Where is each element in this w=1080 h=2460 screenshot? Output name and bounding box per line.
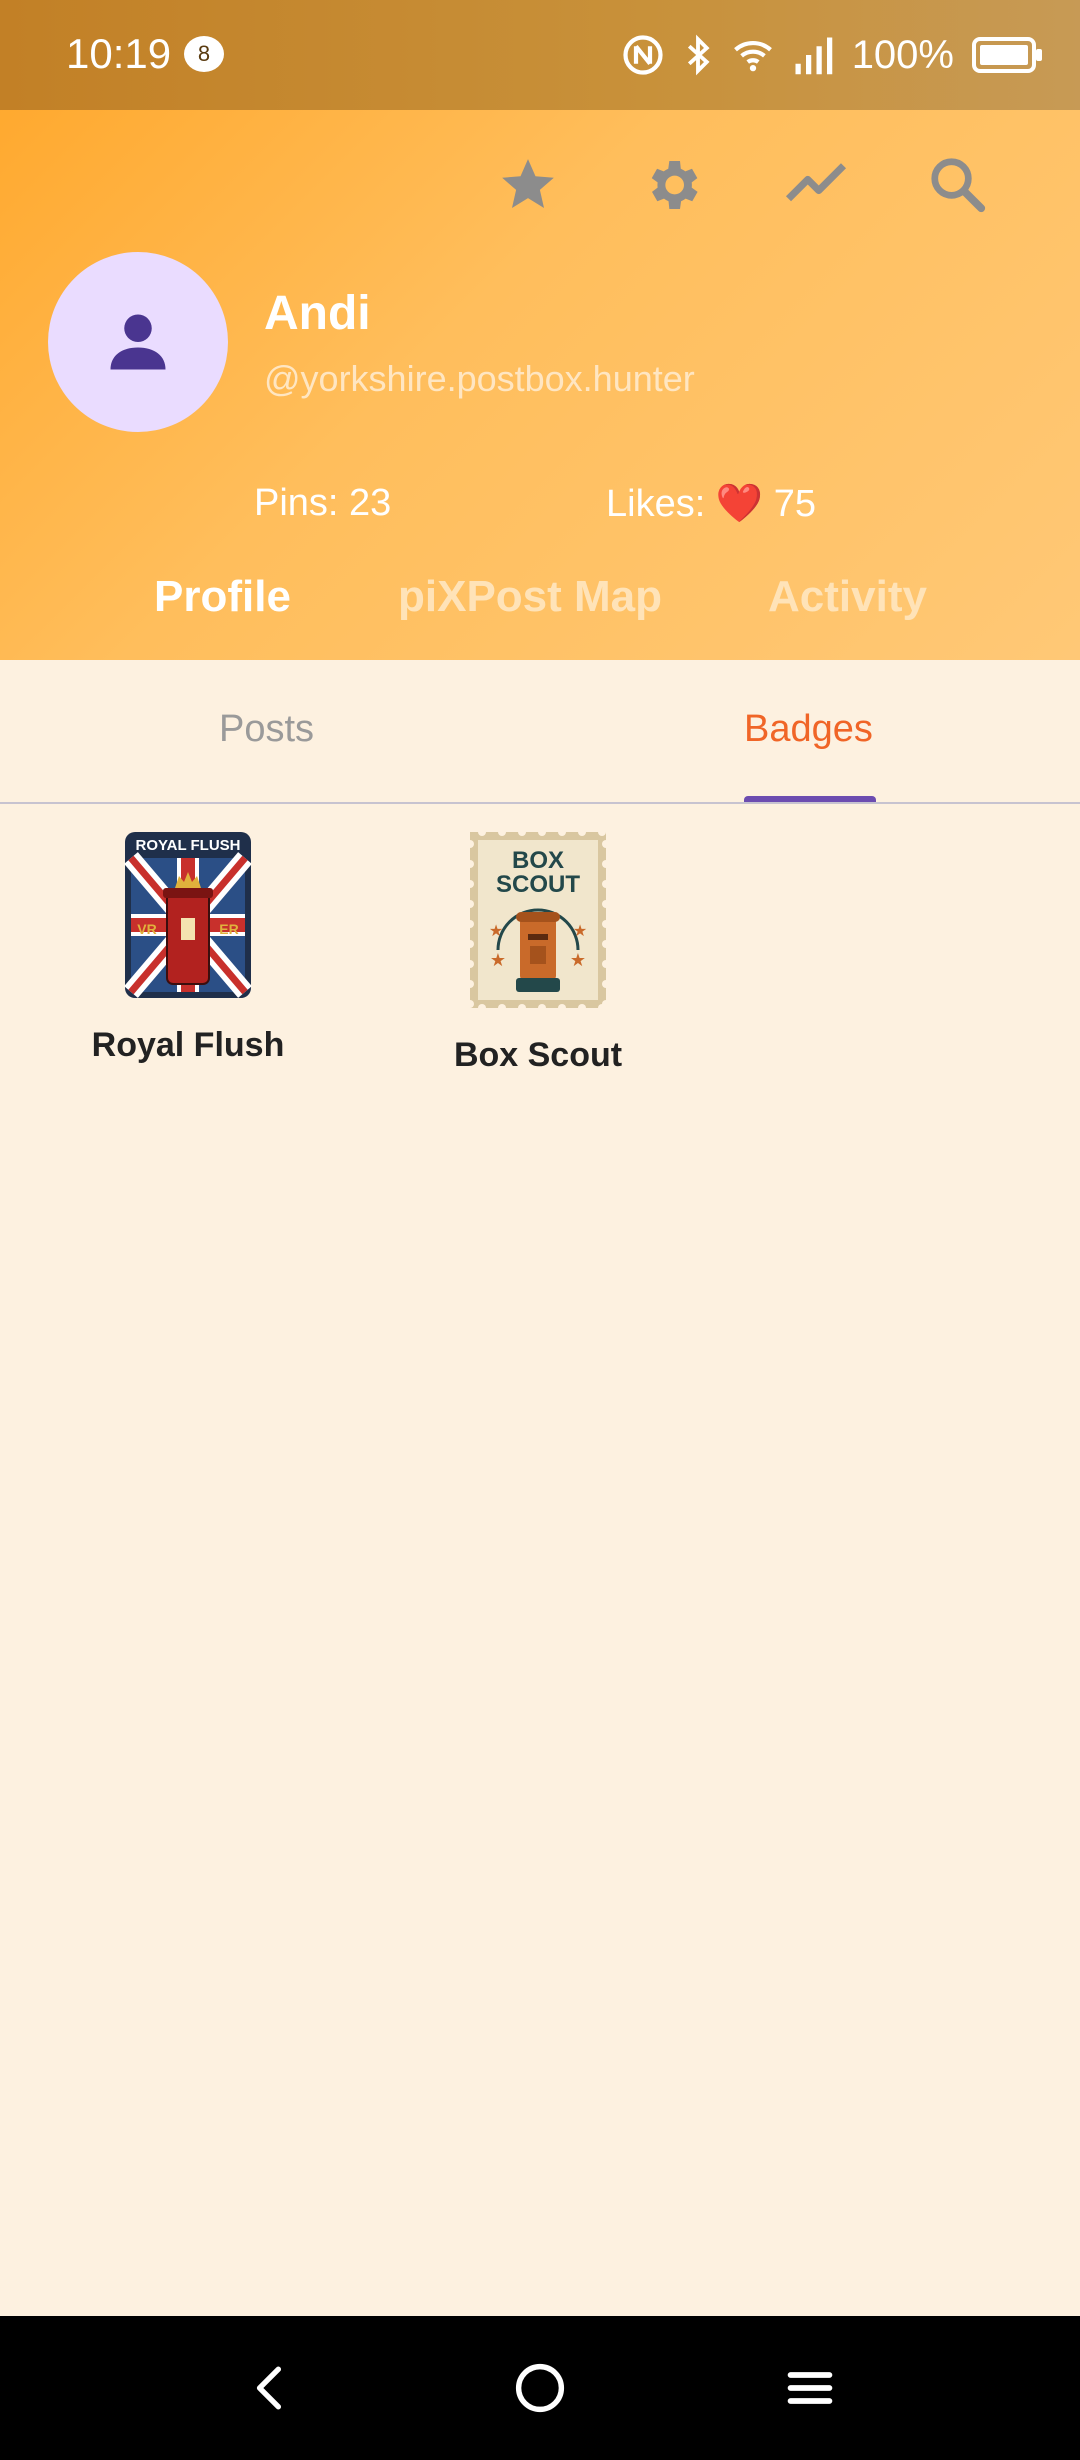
tab-activity[interactable]: Activity [768,572,927,622]
system-nav-bar [0,2316,1080,2460]
box-scout-image-text-2: SCOUT [496,871,580,898]
back-icon[interactable] [228,2346,312,2430]
svg-text:★: ★ [570,950,586,971]
signal-icon [795,37,832,75]
nfc-icon [623,35,663,75]
wifi-icon [733,41,772,72]
svg-text:★: ★ [489,921,503,940]
subtab-divider [0,802,1080,804]
badge-box-scout[interactable]: BOX SCOUT ★ ★ ★ ★ Box Scout [408,830,668,1075]
subtab-bar [0,660,1080,804]
status-time: 10:19 [66,30,172,77]
royal-flush-badge-image: ROYAL FLUSH VR ER [124,832,252,998]
person-icon [110,314,166,370]
badge-royal-flush[interactable]: ROYAL FLUSH VR ER Royal Flush [58,830,318,1065]
battery-percent: 100% [851,32,954,77]
likes-value: 75 [773,483,817,525]
box-scout-badge-image: BOX SCOUT ★ ★ ★ ★ [468,830,608,1010]
badge-label-royal-flush: Royal Flush [91,1026,285,1064]
user-name: Andi [264,287,371,340]
user-handle: @yorkshire.postbox.hunter [264,358,695,399]
tab-profile[interactable]: Profile [154,572,291,622]
menu-icon[interactable] [768,2346,852,2430]
search-icon[interactable] [913,140,1003,230]
box-scout-image-text-1: BOX [512,847,564,874]
royal-flush-vr-text: VR [137,921,156,937]
svg-text:★: ★ [573,921,587,940]
battery-icon [972,37,1042,73]
status-icons: 100% [622,28,1044,82]
royal-flush-er-text: ER [219,921,238,937]
notification-badge: 8 [184,36,224,72]
tab-pixpost-map[interactable]: piXPost Map [398,572,662,622]
heart-icon: ❤️ [715,483,764,525]
subtab-posts[interactable]: Posts [219,708,314,751]
avatar[interactable] [48,252,228,432]
header-actions [0,140,1080,230]
pins-count: Pins: 23 [254,482,392,524]
likes-label: Likes: [606,483,706,525]
subtab-badges[interactable]: Badges [744,708,873,751]
royal-flush-image-text: ROYAL FLUSH [135,837,240,854]
home-icon[interactable] [498,2346,582,2430]
star-icon[interactable] [483,140,573,230]
status-bar: 10:19 8 100% [0,0,1080,110]
trending-icon[interactable] [771,140,861,230]
likes-count: Likes: ❤️ 75 [606,482,816,526]
bluetooth-icon [687,34,710,76]
badge-label-box-scout: Box Scout [453,1036,623,1074]
svg-text:★: ★ [490,950,506,971]
settings-icon[interactable] [627,140,717,230]
